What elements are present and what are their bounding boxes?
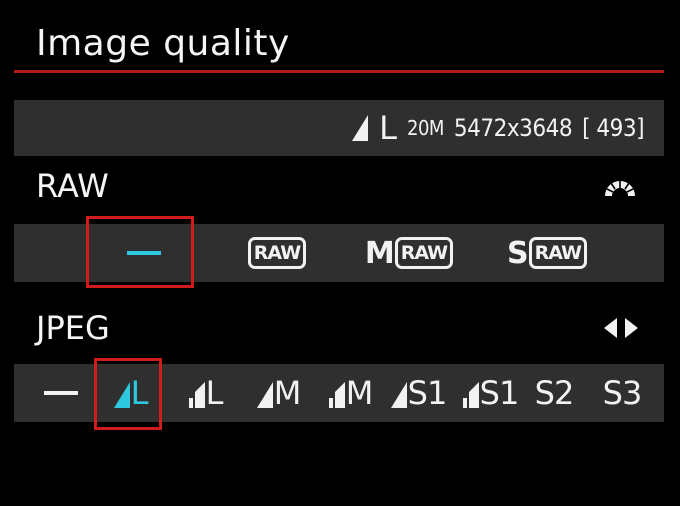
page-title: Image quality: [36, 23, 290, 64]
raw-badge: RAW: [247, 237, 307, 269]
jpeg-option-medium-fine[interactable]: M: [242, 364, 314, 422]
jpeg-option-label: S3: [602, 374, 643, 412]
jpeg-option-s1-normal[interactable]: S1: [452, 364, 528, 422]
jpeg-option-label: M: [345, 374, 374, 412]
info-resolution: 5472x3648: [453, 114, 573, 142]
info-shots-remaining: [ 493]: [582, 114, 644, 142]
quality-normal-icon: [188, 374, 206, 412]
jpeg-off-dash-icon: [44, 391, 78, 395]
jpeg-option-medium-normal[interactable]: M: [314, 364, 386, 422]
jpeg-option-large-normal[interactable]: L: [172, 364, 238, 422]
jpeg-option-label: S2: [534, 374, 575, 412]
jpeg-section-label: JPEG: [36, 309, 110, 347]
quality-normal-icon: [328, 374, 346, 412]
quality-fine-icon: [256, 374, 274, 412]
jpeg-option-label: M: [273, 374, 302, 412]
raw-option-raw[interactable]: RAW: [232, 224, 322, 282]
raw-option-sraw[interactable]: S RAW: [492, 224, 602, 282]
mraw-prefix: M: [364, 235, 395, 271]
jpeg-option-s1-fine[interactable]: S1: [380, 364, 456, 422]
title-divider: [14, 70, 664, 73]
image-quality-screen: Image quality L 20M 5472x3648 [ 493] RAW: [0, 0, 680, 506]
jpeg-option-off[interactable]: [36, 364, 86, 422]
current-setting-info: L 20M 5472x3648 [ 493]: [351, 108, 644, 148]
jpeg-option-s2[interactable]: S2: [526, 364, 582, 422]
raw-option-mraw[interactable]: M RAW: [354, 224, 464, 282]
jpeg-option-s3[interactable]: S3: [594, 364, 650, 422]
quality-normal-icon: [462, 374, 480, 412]
jpeg-selection-frame: [94, 358, 162, 430]
quality-fine-icon: [351, 113, 369, 143]
raw-selection-frame: [86, 216, 194, 288]
sraw-badge: RAW: [528, 237, 588, 269]
jpeg-option-label: S1: [479, 374, 520, 412]
quality-fine-icon: [390, 374, 408, 412]
mraw-badge: RAW: [394, 237, 454, 269]
jpeg-option-label: S1: [407, 374, 448, 412]
jpeg-option-label: L: [205, 374, 224, 412]
info-megapixels: 20M: [407, 116, 444, 140]
current-setting-bar: L 20M 5472x3648 [ 493]: [14, 100, 664, 156]
info-size-letter: L: [379, 109, 397, 147]
sraw-prefix: S: [506, 235, 529, 271]
raw-section-label: RAW: [36, 167, 109, 205]
